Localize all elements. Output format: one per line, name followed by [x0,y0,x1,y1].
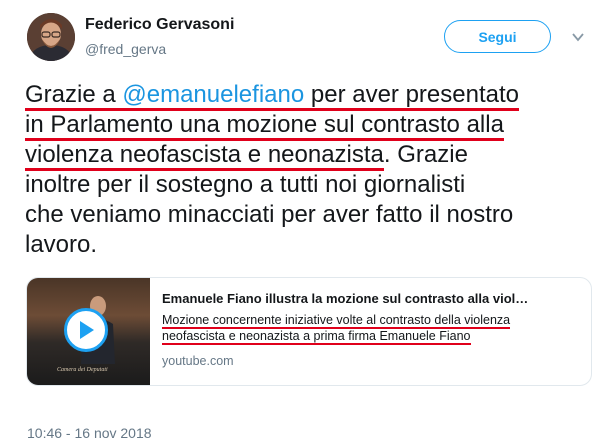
card-desc-line: neofascista e neonazista a prima firma E… [162,328,572,345]
tweet-line: lavoro. [25,231,98,258]
tweet-line: in Parlamento una mozione sul contrasto … [25,110,595,141]
tweet-line: Grazie a @emanuelefiano per aver present… [25,80,595,111]
underline-annotation: Grazie a @emanuelefiano per aver present… [25,81,519,111]
author-handle[interactable]: @fred_gerva [85,41,166,57]
tweet-line: violenza neofascista e neonazista. Grazi… [25,140,595,171]
thumbnail-caption: Camera dei Deputati [57,367,108,373]
tweet-text-segment: . Grazie [383,141,468,168]
tweet-text-segment: Grazie a [25,81,123,108]
link-card[interactable]: Camera dei Deputati Emanuele Fiano illus… [26,277,592,386]
follow-button[interactable]: Segui [444,20,551,53]
play-icon[interactable] [64,308,108,352]
tweet-line: inoltre per il sostegno a tutti noi gior… [25,171,466,198]
tweet-text-segment: per aver presentato [304,81,519,108]
avatar-image [27,13,75,61]
underline-annotation: violenza neofascista e neonazista [25,141,384,171]
avatar[interactable] [27,13,75,61]
underline-annotation: Mozione concernente iniziative volte al … [162,313,511,329]
underline-annotation: neofascista e neonazista a prima firma E… [162,329,471,345]
tweet-line: che veniamo minacciati per aver fatto il… [25,201,514,228]
video-thumbnail[interactable]: Camera dei Deputati [27,278,150,385]
author-name[interactable]: Federico Gervasoni [85,16,234,34]
tweet-text: Grazie a @emanuelefiano per aver present… [25,80,595,260]
card-desc-line: Mozione concernente iniziative volte al … [162,312,572,329]
card-domain: youtube.com [162,354,234,368]
underline-annotation: in Parlamento una mozione sul contrasto … [25,111,504,141]
card-description: Mozione concernente iniziative volte al … [162,312,572,345]
card-title[interactable]: Emanuele Fiano illustra la mozione sul c… [162,291,582,306]
chevron-down-icon[interactable] [572,32,584,42]
play-triangle-icon [80,321,94,339]
tweet-timestamp[interactable]: 10:46 - 16 nov 2018 [27,425,152,441]
mention-link[interactable]: @emanuelefiano [122,81,304,108]
